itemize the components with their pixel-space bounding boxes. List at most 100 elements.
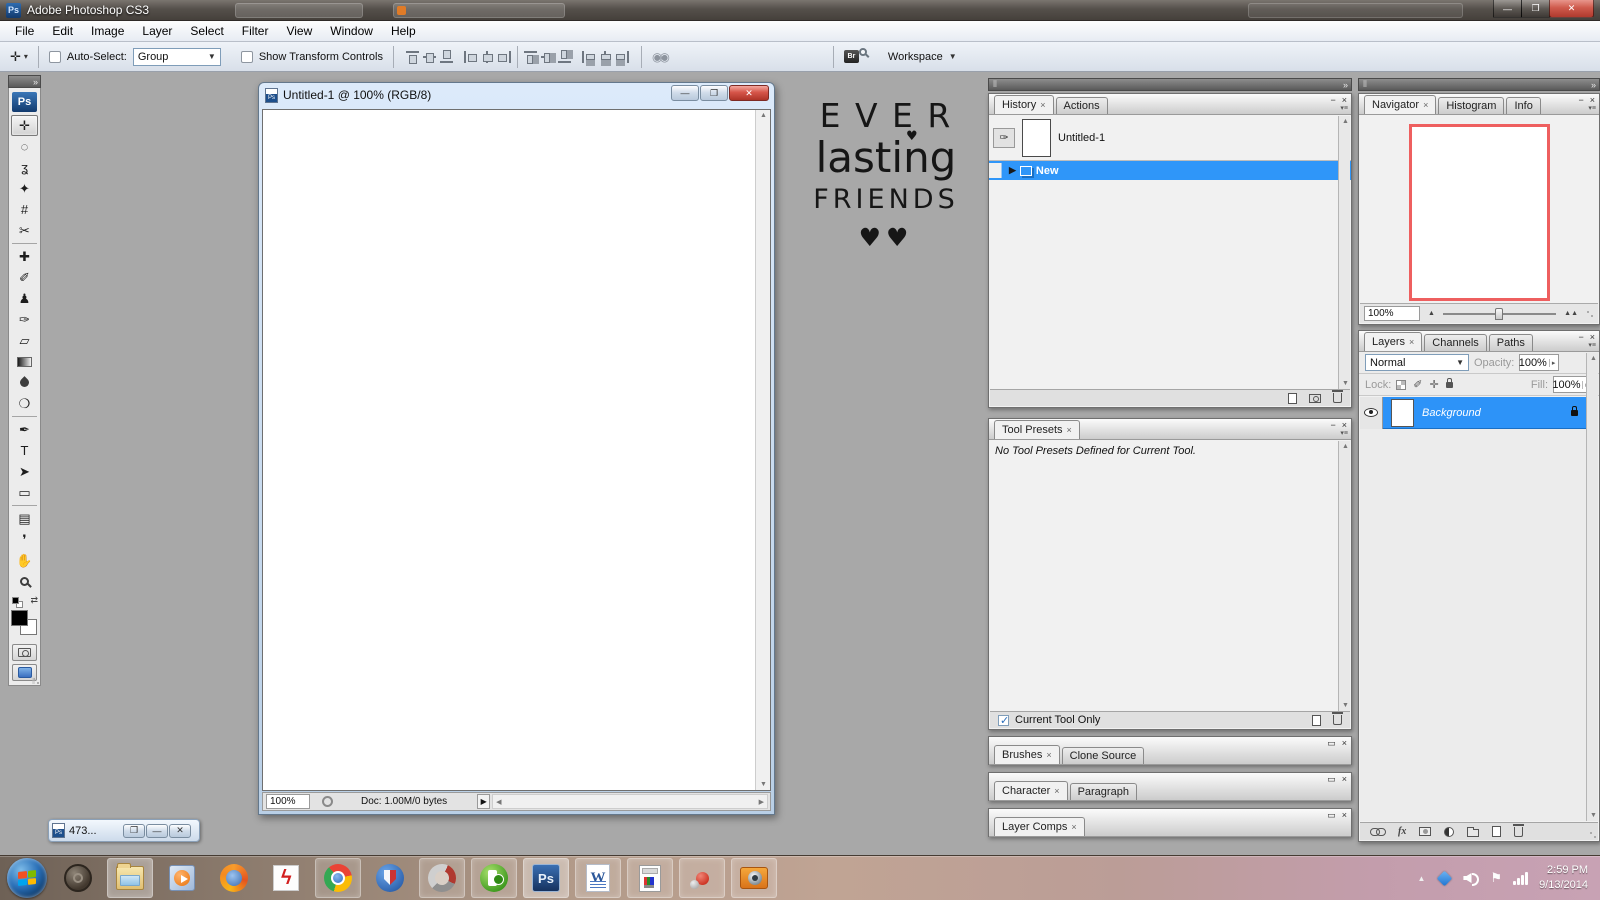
panel-close-icon[interactable]: × bbox=[1342, 774, 1347, 785]
new-snapshot-icon[interactable] bbox=[1309, 393, 1321, 403]
close-tab-icon[interactable]: × bbox=[1040, 100, 1045, 110]
tab-histogram[interactable]: Histogram bbox=[1438, 97, 1505, 114]
navigator-zoom-slider[interactable] bbox=[1442, 307, 1557, 320]
healing-brush-tool[interactable]: ✚ bbox=[11, 246, 38, 267]
menu-file[interactable]: File bbox=[6, 22, 43, 40]
history-brush-source-icon[interactable]: ✑ bbox=[993, 127, 1015, 148]
tab-actions[interactable]: Actions bbox=[1055, 97, 1108, 114]
layer-style-icon[interactable]: fx bbox=[1398, 826, 1406, 837]
zoom-percent-field[interactable]: 100% bbox=[266, 794, 310, 809]
crop-tool[interactable]: # bbox=[11, 199, 38, 220]
quick-selection-tool[interactable]: ✦ bbox=[11, 178, 38, 199]
zoom-out-icon[interactable]: ▲ bbox=[1428, 310, 1435, 317]
close-tab-icon[interactable]: × bbox=[1423, 100, 1428, 110]
panel-close-icon[interactable]: × bbox=[1590, 332, 1595, 342]
new-layer-icon[interactable] bbox=[1492, 826, 1502, 837]
taskbar-firefox[interactable] bbox=[211, 858, 257, 898]
gradient-tool[interactable] bbox=[11, 351, 38, 372]
auto-align-layers-icon[interactable]: ◉◉ bbox=[652, 50, 670, 64]
add-layer-mask-icon[interactable] bbox=[1419, 827, 1432, 836]
delete-preset-icon[interactable] bbox=[1332, 712, 1343, 725]
scroll-down-icon[interactable]: ▼ bbox=[1342, 702, 1349, 709]
path-selection-tool[interactable]: ➤ bbox=[11, 461, 38, 482]
scroll-down-icon[interactable]: ▼ bbox=[1590, 812, 1597, 819]
taskbar-word[interactable]: W bbox=[575, 858, 621, 898]
lock-paint-icon[interactable]: ✐ bbox=[1413, 378, 1422, 391]
doc-minimize-button[interactable]: — bbox=[671, 85, 699, 101]
panel-close-icon[interactable]: × bbox=[1342, 810, 1347, 821]
current-tool-only-checkbox[interactable] bbox=[998, 714, 1009, 727]
menu-edit[interactable]: Edit bbox=[43, 22, 82, 40]
dodge-tool[interactable]: ❍ bbox=[11, 393, 38, 414]
menu-select[interactable]: Select bbox=[181, 22, 232, 40]
panel-minimize-icon[interactable]: ▭ bbox=[1327, 774, 1336, 785]
link-layers-icon[interactable] bbox=[1370, 827, 1386, 836]
close-tab-icon[interactable]: × bbox=[1067, 425, 1072, 435]
history-snapshot-row[interactable]: ✑ Untitled-1 bbox=[989, 115, 1351, 161]
tool-presets-scrollbar[interactable]: ▲ ▼ bbox=[1338, 441, 1350, 711]
adjustment-layer-icon[interactable] bbox=[1444, 826, 1455, 837]
taskbar-html-document[interactable] bbox=[627, 858, 673, 898]
scroll-down-icon[interactable]: ▼ bbox=[1342, 380, 1349, 387]
panel-minimize-icon[interactable]: − bbox=[1330, 420, 1335, 430]
tab-tool-presets[interactable]: Tool Presets × bbox=[994, 420, 1080, 439]
new-preset-icon[interactable] bbox=[1312, 714, 1321, 726]
toolbox-header[interactable]: ⦀» bbox=[8, 75, 41, 686]
menu-filter[interactable]: Filter bbox=[233, 22, 278, 40]
vertical-scrollbar[interactable]: ▲ ▼ bbox=[755, 110, 770, 790]
minimized-document-window[interactable]: 473... ❐ — ✕ bbox=[48, 819, 200, 842]
layer-row-background[interactable]: Background bbox=[1360, 396, 1586, 429]
show-transform-checkbox[interactable] bbox=[240, 50, 253, 63]
close-tab-icon[interactable]: × bbox=[1054, 786, 1059, 796]
mini-restore-button[interactable]: ❐ bbox=[123, 823, 145, 838]
tab-clone-source[interactable]: Clone Source bbox=[1061, 747, 1145, 764]
document-window[interactable]: Untitled-1 @ 100% (RGB/8) — ❐ ✕ ▲ ▼ 100%… bbox=[258, 82, 775, 815]
panel-minimize-icon[interactable]: − bbox=[1578, 95, 1583, 105]
elliptical-marquee-tool[interactable]: ◌ bbox=[11, 136, 38, 157]
opacity-field[interactable]: 100% ▸ bbox=[1519, 354, 1560, 371]
align-top-edges-icon[interactable] bbox=[405, 50, 419, 64]
panel-minimize-icon[interactable]: − bbox=[1330, 95, 1335, 105]
current-tool-chip[interactable]: ✛ ▾ bbox=[10, 49, 28, 65]
collapse-dock-icon[interactable]: » bbox=[33, 77, 38, 87]
panel-menu-icon[interactable]: ▾≡ bbox=[1588, 342, 1596, 349]
tab-layers[interactable]: Layers × bbox=[1364, 332, 1423, 351]
tab-info[interactable]: Info bbox=[1506, 97, 1541, 114]
taskbar-swirl-app[interactable] bbox=[419, 858, 465, 898]
distribute-vertical-centers-icon[interactable] bbox=[540, 51, 554, 63]
new-document-from-state-icon[interactable] bbox=[1288, 392, 1297, 404]
panel-close-icon[interactable]: × bbox=[1590, 95, 1595, 105]
tab-layer-comps[interactable]: Layer Comps × bbox=[994, 817, 1085, 836]
close-button[interactable]: ✕ bbox=[1549, 0, 1594, 18]
scroll-up-icon[interactable]: ▲ bbox=[1590, 355, 1597, 362]
distribute-right-edges-icon[interactable] bbox=[615, 50, 629, 63]
lock-transparency-icon[interactable] bbox=[1396, 379, 1407, 390]
maximize-button[interactable]: ❐ bbox=[1521, 0, 1550, 18]
volume-icon[interactable] bbox=[1463, 871, 1480, 886]
start-button[interactable] bbox=[7, 858, 47, 898]
app-title-bar[interactable]: Ps Adobe Photoshop CS3 — ❐ ✕ bbox=[0, 0, 1600, 21]
menu-help[interactable]: Help bbox=[382, 22, 425, 40]
taskbar-shield-app[interactable] bbox=[367, 858, 413, 898]
menu-view[interactable]: View bbox=[277, 22, 321, 40]
doc-restore-button[interactable]: ❐ bbox=[700, 85, 728, 101]
panel-close-icon[interactable]: × bbox=[1342, 738, 1347, 749]
tab-paragraph[interactable]: Paragraph bbox=[1069, 783, 1137, 800]
close-tab-icon[interactable]: × bbox=[1046, 750, 1051, 760]
network-signal-icon[interactable] bbox=[1513, 871, 1529, 885]
resize-grip-icon[interactable] bbox=[1586, 309, 1594, 318]
tab-character[interactable]: Character × bbox=[994, 781, 1068, 800]
mini-close-button[interactable]: ✕ bbox=[169, 823, 191, 838]
history-source-checkbox[interactable] bbox=[989, 163, 1002, 178]
taskbar-molecule-app[interactable] bbox=[679, 858, 725, 898]
resize-grip-icon[interactable] bbox=[1589, 831, 1597, 839]
layer-visibility-cell[interactable] bbox=[1360, 396, 1383, 429]
tab-paths[interactable]: Paths bbox=[1488, 334, 1533, 351]
panel-minimize-icon[interactable]: ▭ bbox=[1327, 738, 1336, 749]
dock-header[interactable]: ⦀» bbox=[1358, 78, 1600, 91]
minimize-button[interactable]: — bbox=[1493, 0, 1522, 18]
hand-tool[interactable]: ✋ bbox=[11, 550, 38, 571]
type-tool[interactable]: T bbox=[11, 440, 38, 461]
collapse-dock-icon[interactable]: » bbox=[1343, 80, 1348, 90]
scroll-right-icon[interactable]: ▶ bbox=[759, 798, 764, 806]
